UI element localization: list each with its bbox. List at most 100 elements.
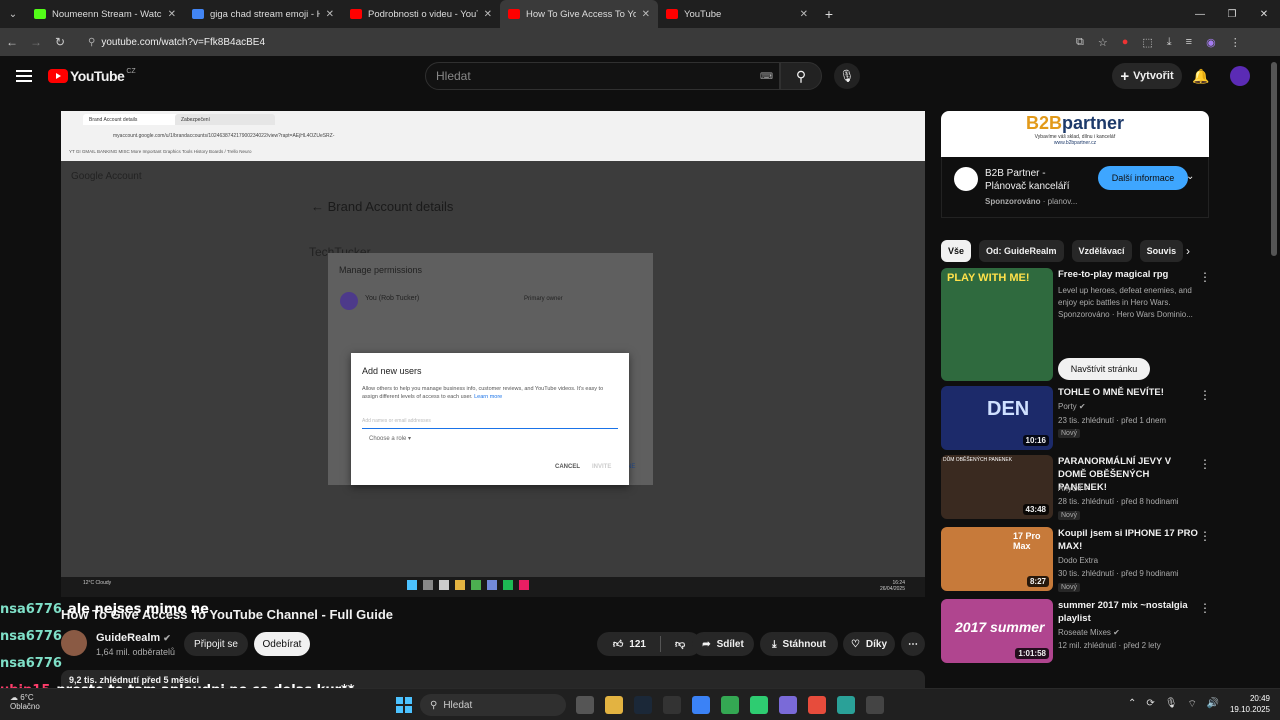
close-tab-icon[interactable]: ✕ xyxy=(168,9,176,20)
new-tab-button[interactable]: + xyxy=(816,6,842,22)
video-thumbnail[interactable]: DEN 10:16 xyxy=(941,386,1053,450)
more-options-icon[interactable]: ⋮ xyxy=(1199,601,1211,615)
more-options-icon[interactable]: ⋮ xyxy=(1199,388,1211,402)
browser-tab[interactable]: Noumeenn Stream - Watch Live✕ xyxy=(26,0,184,28)
url-field[interactable]: ⚲ youtube.com/watch?v=Ffk8B4acBE4 xyxy=(80,31,1070,53)
channel-avatar[interactable] xyxy=(61,630,87,656)
chip-all[interactable]: Vše xyxy=(941,240,972,262)
tray-app-icon[interactable]: ⟳ xyxy=(1146,698,1154,711)
more-actions-button[interactable]: ⋯ xyxy=(901,632,925,656)
cast-icon[interactable]: ⧉ xyxy=(1076,36,1084,49)
back-icon[interactable]: ← xyxy=(0,35,24,49)
close-tab-icon[interactable]: ✕ xyxy=(326,9,334,20)
volume-icon[interactable]: 🔊 xyxy=(1207,698,1219,711)
share-button[interactable]: ➦ Sdílet xyxy=(692,632,754,656)
app-icon[interactable] xyxy=(837,696,855,714)
tray-chevron-icon[interactable]: ⌃ xyxy=(1128,698,1136,711)
download-button[interactable]: ⤓ Stáhnout xyxy=(760,632,838,656)
visit-page-button[interactable]: Navštívit stránku xyxy=(1058,358,1150,380)
maximize-icon[interactable]: ❐ xyxy=(1216,0,1248,28)
list-item[interactable]: DŮM OBĚŠENÝCH PANENEK 43:48 PARANORMÁLNÍ… xyxy=(941,455,1211,520)
list-item[interactable]: 17 Pro Max 8:27 Koupil jsem si IPHONE 17… xyxy=(941,527,1211,592)
ad-banner-image[interactable]: B2Bpartner Vybavíme váš sklad, dílnu i k… xyxy=(941,111,1209,157)
join-button[interactable]: Připojit se xyxy=(184,632,248,656)
video-thumbnail[interactable]: 2017 summer 1:01:58 xyxy=(941,599,1053,663)
profile-icon[interactable]: ◉ xyxy=(1206,36,1216,49)
browser-tab[interactable]: giga chad stream emoji - Hledat✕ xyxy=(184,0,342,28)
rec-title[interactable]: Koupil jsem si IPHONE 17 PRO MAX! xyxy=(1058,527,1198,553)
chip-educational[interactable]: Vzdělávací xyxy=(1071,240,1132,262)
tab-search-chevron-icon[interactable]: ⌄ xyxy=(0,0,26,28)
hamburger-menu-icon[interactable] xyxy=(16,70,32,82)
browser-menu-icon[interactable]: ⋮ xyxy=(1230,36,1241,49)
minimize-icon[interactable]: — xyxy=(1184,0,1216,28)
taskbar-clock[interactable]: 20:49 19.10.2025 xyxy=(1230,693,1270,715)
notifications-bell-icon[interactable]: 🔔 xyxy=(1192,68,1209,85)
close-tab-icon[interactable]: ✕ xyxy=(642,9,650,20)
page-scrollbar[interactable] xyxy=(1271,62,1277,256)
close-window-icon[interactable]: ✕ xyxy=(1248,0,1280,28)
reload-icon[interactable]: ↻ xyxy=(48,35,72,49)
chrome-icon[interactable] xyxy=(721,696,739,714)
rec-title[interactable]: TOHLE O MNĚ NEVÍTE! xyxy=(1058,386,1198,399)
more-options-icon[interactable]: ⋮ xyxy=(1199,529,1211,543)
browser-tab[interactable]: YouTube ✕ xyxy=(658,0,816,28)
chip-related[interactable]: Souvis xyxy=(1139,240,1184,262)
downloads-icon[interactable]: ⤓ xyxy=(1167,36,1172,49)
close-tab-icon[interactable]: ✕ xyxy=(484,9,492,20)
more-options-icon[interactable]: ⋮ xyxy=(1199,270,1211,284)
video-thumbnail[interactable]: DŮM OBĚŠENÝCH PANENEK 43:48 xyxy=(941,455,1053,519)
wifi-icon[interactable]: ⌔ xyxy=(1187,698,1196,711)
microphone-icon[interactable]: 🎙 xyxy=(1165,698,1178,711)
steam-icon[interactable] xyxy=(634,696,652,714)
thanks-button[interactable]: ♡ Díky xyxy=(843,632,895,656)
chevron-right-icon[interactable]: › xyxy=(1186,244,1190,258)
app-icon[interactable] xyxy=(663,696,681,714)
media-player-icon[interactable] xyxy=(866,696,884,714)
task-view-icon[interactable] xyxy=(576,696,594,714)
media-controls-icon[interactable]: ≡ xyxy=(1186,36,1192,49)
like-button[interactable]: 👍︎ 121 xyxy=(613,638,646,651)
create-button[interactable]: + Vytvořit xyxy=(1112,63,1182,89)
chevron-down-icon[interactable]: ⌄ xyxy=(1186,171,1194,182)
more-options-icon[interactable]: ⋮ xyxy=(1199,457,1211,471)
channel-name-link[interactable]: GuideRealm ✔ xyxy=(96,632,171,644)
tab-favicon-icon xyxy=(508,9,520,19)
subscribe-button[interactable]: Odebírat xyxy=(254,632,310,656)
dislike-button[interactable]: 👎︎ xyxy=(675,638,685,650)
search-button[interactable]: ⚲ xyxy=(780,62,822,90)
ad-name[interactable]: B2B Partner - Plánovač kanceláří xyxy=(985,167,1085,193)
browser-tab[interactable]: How To Give Access To You ✕ xyxy=(500,0,658,28)
video-player[interactable]: Brand Account details Zabezpečení myacco… xyxy=(61,111,925,577)
rec-title[interactable]: summer 2017 mix ~nostalgia playlist xyxy=(1058,599,1198,625)
close-tab-icon[interactable]: ✕ xyxy=(800,9,808,20)
bookmark-star-icon[interactable]: ☆ xyxy=(1098,36,1108,49)
divider xyxy=(659,636,661,652)
chip-from-channel[interactable]: Od: GuideRealm xyxy=(979,240,1064,262)
ad-more-info-button[interactable]: Další informace xyxy=(1098,166,1188,190)
voice-search-mic-icon[interactable]: 🎙 xyxy=(834,63,860,89)
add-users-description: Allow others to help you manage business… xyxy=(362,386,604,400)
app-icon[interactable] xyxy=(750,696,768,714)
file-explorer-icon[interactable] xyxy=(605,696,623,714)
chrome-active-icon[interactable] xyxy=(779,696,797,714)
windows-start-icon[interactable] xyxy=(396,697,412,713)
app-icon[interactable] xyxy=(808,696,826,714)
video-thumbnail[interactable]: 17 Pro Max 8:27 xyxy=(941,527,1053,591)
account-avatar[interactable] xyxy=(1230,66,1250,86)
extensions-puzzle-icon[interactable]: ⬚ xyxy=(1142,36,1152,49)
list-item[interactable]: DEN 10:16 TOHLE O MNĚ NEVÍTE! Porty ✔ 23… xyxy=(941,386,1211,450)
search-input[interactable]: Hledat ⌨ xyxy=(425,62,780,90)
app-icon[interactable] xyxy=(692,696,710,714)
keyboard-icon[interactable]: ⌨ xyxy=(760,71,773,82)
video-thumbnail[interactable]: PLAY WITH ME! xyxy=(941,268,1053,381)
rec-title[interactable]: Free-to-play magical rpg xyxy=(1058,268,1198,281)
youtube-logo[interactable]: YouTube CZ xyxy=(48,68,136,84)
taskbar-search[interactable]: ⚲ Hledat xyxy=(420,694,566,716)
site-info-icon[interactable]: ⚲ xyxy=(88,37,95,48)
weather-widget[interactable]: ☁ 6°C Oblačno xyxy=(10,693,40,711)
browser-tab[interactable]: Podrobnosti o videu - YouTube✕ xyxy=(342,0,500,28)
forward-icon[interactable]: → xyxy=(24,35,48,49)
extension-record-icon[interactable]: ● xyxy=(1122,36,1129,49)
list-item[interactable]: 2017 summer 1:01:58 summer 2017 mix ~nos… xyxy=(941,599,1211,663)
